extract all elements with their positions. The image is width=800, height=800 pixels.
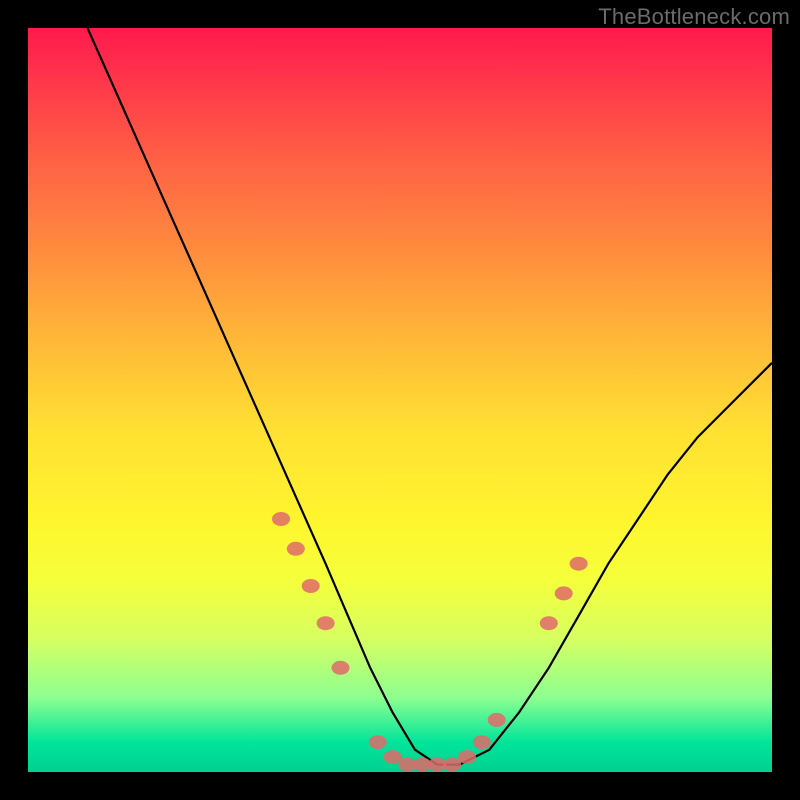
bottleneck-curve-path <box>88 28 773 765</box>
marker-point <box>473 735 491 749</box>
marker-point <box>570 557 588 571</box>
marker-point <box>458 750 476 764</box>
outer-frame: TheBottleneck.com <box>0 0 800 800</box>
marker-point <box>540 616 558 630</box>
marker-point <box>287 542 305 556</box>
watermark-text: TheBottleneck.com <box>598 4 790 30</box>
marker-point <box>302 579 320 593</box>
marker-point <box>443 758 461 772</box>
marker-point <box>317 616 335 630</box>
marker-point <box>488 713 506 727</box>
plot-area <box>28 28 772 772</box>
marker-point <box>332 661 350 675</box>
marker-point <box>555 586 573 600</box>
marker-point <box>384 750 402 764</box>
chart-svg <box>28 28 772 772</box>
marker-point <box>369 735 387 749</box>
marker-point <box>272 512 290 526</box>
